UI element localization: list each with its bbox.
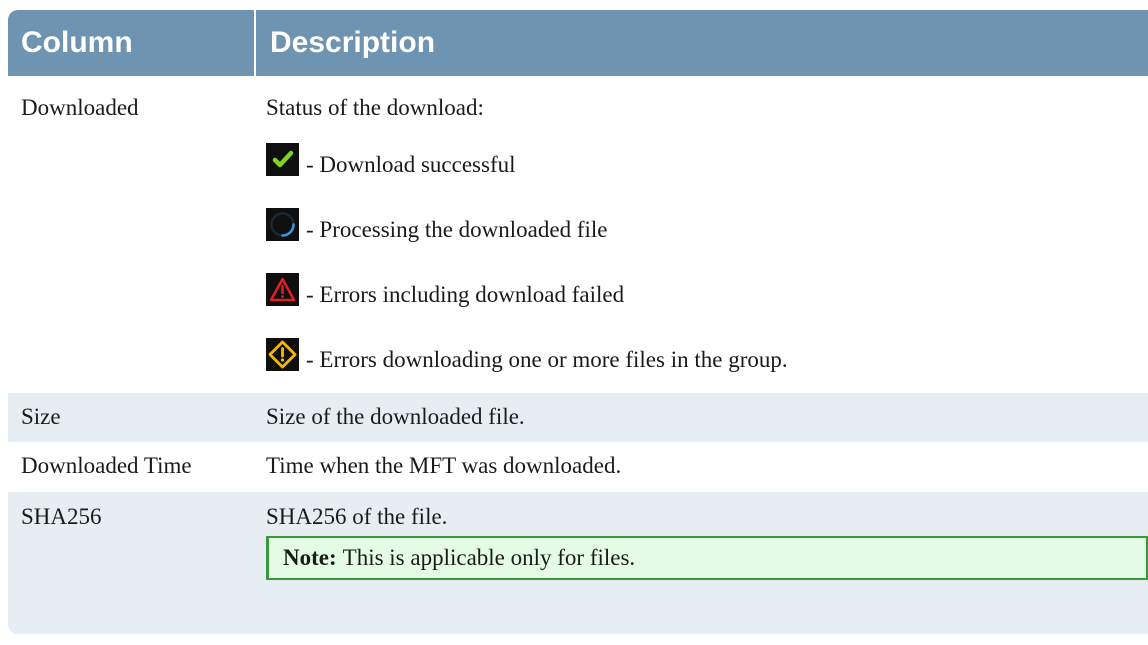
status-item-warning: - Errors downloading one or more files i…	[266, 336, 1148, 371]
column-description-table: Column Description Downloaded Status of …	[8, 10, 1148, 634]
row-name-text: SHA256	[21, 504, 102, 529]
status-text: - Errors including download failed	[306, 282, 625, 307]
header-description: Description	[254, 10, 1148, 76]
spinner-icon	[266, 208, 299, 241]
row-name-downloaded-time: Downloaded Time	[8, 442, 255, 492]
header-column: Column	[8, 10, 255, 76]
row-desc-text: SHA256 of the file.	[266, 504, 448, 529]
status-item-error: - Errors including download failed	[266, 271, 1148, 306]
status-intro: Status of the download:	[266, 95, 484, 120]
row-name-size: Size	[8, 393, 255, 442]
row-name-downloaded: Downloaded	[8, 76, 255, 393]
table-row: SHA256 SHA256 of the file. Note: This is…	[8, 492, 1148, 634]
table: Column Description Downloaded Status of …	[8, 10, 1148, 634]
note-box: Note: This is applicable only for files.	[266, 536, 1148, 580]
warning-diamond-icon	[266, 338, 299, 371]
row-name-text: Downloaded Time	[21, 453, 192, 478]
row-name-sha256: SHA256	[8, 492, 255, 634]
row-desc-size: Size of the downloaded file.	[255, 393, 1148, 442]
error-triangle-icon	[266, 273, 299, 306]
row-desc-text: Size of the downloaded file.	[266, 404, 525, 429]
table-row: Downloaded Time Time when the MFT was do…	[8, 442, 1148, 492]
row-desc-downloaded: Status of the download: - Download succe…	[255, 76, 1148, 393]
note-text: This is applicable only for files.	[342, 545, 636, 570]
row-desc-downloaded-time: Time when the MFT was downloaded.	[255, 442, 1148, 492]
row-name-text: Size	[21, 404, 61, 429]
table-row: Size Size of the downloaded file.	[8, 393, 1148, 442]
note-label: Note:	[283, 545, 337, 570]
row-name-text: Downloaded	[21, 95, 139, 120]
check-icon	[266, 143, 299, 176]
row-desc-sha256: SHA256 of the file. Note: This is applic…	[255, 492, 1148, 634]
status-item-success: - Download successful	[266, 141, 1148, 176]
status-text: - Errors downloading one or more files i…	[306, 347, 788, 372]
header-row: Column Description	[8, 10, 1148, 76]
row-desc-text: Time when the MFT was downloaded.	[266, 453, 622, 478]
status-text: - Processing the downloaded file	[306, 217, 608, 242]
table-row: Downloaded Status of the download: - Dow…	[8, 76, 1148, 393]
status-item-processing: - Processing the downloaded file	[266, 206, 1148, 241]
status-text: - Download successful	[306, 152, 516, 177]
